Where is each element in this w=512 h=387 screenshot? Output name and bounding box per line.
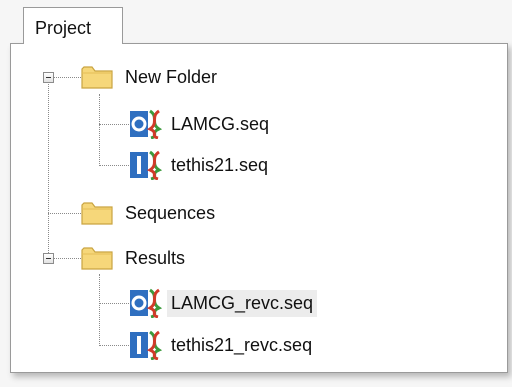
results-collapse-button[interactable] — [43, 253, 54, 264]
new-folder-collapse-button[interactable] — [43, 72, 54, 83]
tree-line-lamcg — [99, 124, 129, 125]
tree-item-tethis21-revc-label: tethis21_revc.seq — [171, 334, 313, 355]
project-panel-window: Project New Folder LAMCG.seq tethis21.se… — [8, 0, 508, 375]
folder-icon — [81, 66, 113, 89]
tree-line-new-folder — [54, 77, 81, 78]
tree-item-new-folder[interactable]: New Folder — [81, 61, 221, 93]
tree-line-tethis21-revc — [99, 345, 129, 346]
tree-line-new-folder-children — [99, 94, 100, 166]
tab-project[interactable]: Project — [23, 7, 123, 44]
tree-item-lamcg-label: LAMCG.seq — [171, 113, 270, 134]
folder-icon — [81, 247, 113, 270]
linear-sequence-icon — [130, 330, 163, 360]
tree-item-tethis21[interactable]: tethis21.seq — [129, 149, 272, 181]
tree-item-new-folder-label: New Folder — [125, 66, 218, 87]
tree-item-tethis21-revc[interactable]: tethis21_revc.seq — [129, 329, 316, 361]
circular-sequence-icon — [130, 109, 163, 139]
tree-item-sequences-label: Sequences — [125, 202, 216, 223]
tree-line-results-children — [99, 274, 100, 346]
linear-sequence-icon — [130, 150, 163, 180]
tree-item-lamcg-revc-label: LAMCG_revc.seq — [167, 289, 318, 317]
tab-project-label: Project — [35, 18, 92, 38]
tree-item-lamcg[interactable]: LAMCG.seq — [129, 108, 273, 140]
tree-item-lamcg-revc[interactable]: LAMCG_revc.seq — [129, 287, 318, 319]
tree-item-results-label: Results — [125, 247, 186, 268]
tree-line-root — [48, 80, 49, 259]
tree-item-results[interactable]: Results — [81, 242, 189, 274]
circular-sequence-icon — [130, 288, 163, 318]
project-tree-panel: New Folder LAMCG.seq tethis21.seq Sequen… — [10, 43, 508, 373]
folder-icon — [81, 202, 113, 225]
tree-line-tethis21 — [99, 165, 129, 166]
tree-line-lamcg-revc — [99, 303, 129, 304]
tree-item-tethis21-label: tethis21.seq — [171, 154, 269, 175]
tree-item-sequences[interactable]: Sequences — [81, 197, 219, 229]
tree-line-results — [54, 258, 81, 259]
tree-line-sequences — [48, 213, 81, 214]
